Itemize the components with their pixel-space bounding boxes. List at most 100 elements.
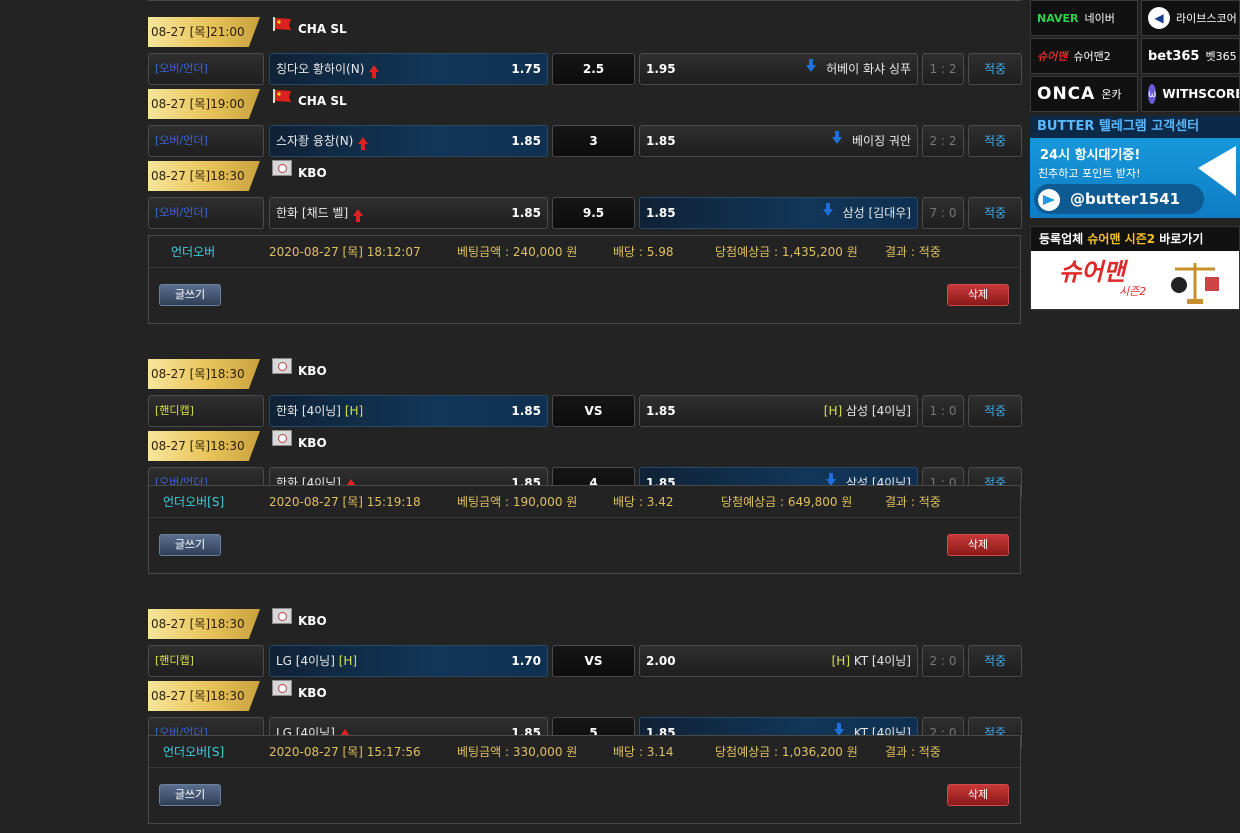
summary-datetime: 2020-08-27 [목] 18:12:07 [269, 245, 421, 259]
league-label: CHA SL [272, 14, 347, 44]
telegram-banner[interactable]: BUTTER 텔레그램 고객센터 24시 항시대기중! 친추하고 포인트 받자!… [1030, 116, 1240, 218]
bet-history-panel: 08-27 [목]21:00 CHA SL [오버/언더] 칭다오 황하이(N) 1.7… [148, 0, 1022, 833]
bet-summary: 언더오버[S] 2020-08-27 [목] 15:19:18 베팅금액 : 190… [148, 485, 1021, 574]
bet-result: 결과 : 적중 [885, 745, 941, 759]
bet-type: [오버/언더] [148, 53, 264, 85]
away-odd: 1.95 [646, 62, 676, 76]
delete-button[interactable]: 삭제 [947, 534, 1009, 556]
away-team: KT [4이닝] [853, 654, 911, 668]
result-badge: 적중 [968, 125, 1022, 157]
delete-button[interactable]: 삭제 [947, 784, 1009, 806]
write-button[interactable]: 글쓰기 [159, 284, 221, 306]
result-badge: 적중 [968, 197, 1022, 229]
home-team: 한화 [채드 벨] [276, 206, 349, 220]
home-odds-button[interactable]: LG [4이닝] [H] 1.70 [269, 645, 548, 677]
baseball-ball [277, 361, 287, 371]
home-odds-button[interactable]: 스자좡 융창(N) 1.85 [269, 125, 548, 157]
league-label: KBO [272, 428, 327, 458]
divider [148, 0, 1021, 1]
match-date: 08-27 [목]18:30 [148, 161, 260, 191]
delete-button[interactable]: 삭제 [947, 284, 1009, 306]
bet-type: [오버/언더] [148, 125, 264, 157]
baseball-ball [277, 683, 287, 693]
naver-link[interactable]: NAVER 네이버 [1030, 0, 1138, 36]
line-value[interactable]: 3 [552, 125, 635, 157]
home-team: 한화 [4이닝] [276, 404, 341, 418]
bet-summary: 언더오버 2020-08-27 [목] 18:12:07 베팅금액 : 240,00… [148, 235, 1021, 324]
result-badge: 적중 [968, 395, 1022, 427]
match-date: 08-27 [목]18:30 [148, 359, 260, 389]
result-badge: 적중 [968, 53, 1022, 85]
bet365-link[interactable]: bet365 벳365 [1141, 38, 1240, 74]
home-team: 스자좡 융창(N) [276, 134, 354, 148]
away-odds-button[interactable]: 1.85 삼성 [김대우] [639, 197, 918, 229]
home-team: 칭다오 황하이(N) [276, 62, 365, 76]
summary-type: 언더오버 [171, 245, 216, 259]
bet-type: [오버/언더] [148, 197, 264, 229]
livescore-icon: ◀ [1148, 7, 1170, 29]
arrow-up-icon [358, 137, 369, 150]
arrow-down-icon [822, 203, 833, 216]
home-team: LG [4이닝] [276, 654, 335, 668]
sureman-banner[interactable]: 등록업체 슈어맨 시즌2 바로가기 슈어맨 시즌2 [1030, 226, 1240, 310]
link-label: 네이버 [1084, 12, 1115, 25]
league-name: CHA SL [298, 94, 347, 108]
link-label: 벳365 [1205, 50, 1237, 63]
scale-icon [1171, 263, 1219, 304]
home-odds-button[interactable]: 한화 [4이닝] [H] 1.85 [269, 395, 548, 427]
withscore-link[interactable]: ω WITHSCORE [1141, 76, 1240, 112]
home-odd: 1.85 [511, 404, 541, 418]
away-team-wrap: 삼성 [김대우] [822, 198, 911, 228]
away-team-wrap: [H] KT [4이닝] [832, 646, 911, 676]
onca-link[interactable]: ONCA 온카 [1030, 76, 1138, 112]
line-value[interactable]: VS [552, 395, 635, 427]
match-score: 7 : 0 [922, 197, 964, 229]
livescore-link[interactable]: ◀ 라이브스코어 [1141, 0, 1240, 36]
banner-title-pre: 등록업체 [1039, 232, 1084, 246]
withscore-icon: ω [1148, 84, 1157, 104]
bet-result: 결과 : 적중 [885, 245, 941, 259]
baseball-icon [272, 430, 292, 446]
expected-win: 당첨예상금 : 1,036,200 원 [715, 745, 858, 759]
league-label: CHA SL [272, 86, 347, 116]
league-label: KBO [272, 678, 327, 708]
baseball-icon [272, 608, 292, 624]
line-value[interactable]: 9.5 [552, 197, 635, 229]
away-odd: 2.00 [646, 654, 676, 668]
away-odds-button[interactable]: 1.95 허베이 화샤 싱푸 [639, 53, 918, 85]
away-odd: 1.85 [646, 134, 676, 148]
home-odd: 1.85 [511, 206, 541, 220]
baseball-icon [272, 160, 292, 176]
league-name: KBO [298, 436, 327, 450]
away-odds-button[interactable]: 1.85 [H] 삼성 [4이닝] [639, 395, 918, 427]
line-value[interactable]: VS [552, 645, 635, 677]
home-odds-button[interactable]: 한화 [채드 벨] 1.85 [269, 197, 548, 229]
line-value[interactable]: 2.5 [552, 53, 635, 85]
match-score: 2 : 2 [922, 125, 964, 157]
home-odd: 1.70 [511, 654, 541, 668]
home-odds-button[interactable]: 칭다오 황하이(N) 1.75 [269, 53, 548, 85]
away-odds-button[interactable]: 2.00 [H] KT [4이닝] [639, 645, 918, 677]
bet-amount: 베팅금액 : 190,000 원 [457, 495, 578, 509]
summary-datetime: 2020-08-27 [목] 15:19:18 [269, 495, 421, 509]
league-label: KBO [272, 606, 327, 636]
league-label: KBO [272, 158, 327, 188]
baseball-ball [277, 611, 287, 621]
summary-type: 언더오버[S] [163, 495, 225, 509]
match-score: 2 : 0 [922, 645, 964, 677]
write-button[interactable]: 글쓰기 [159, 534, 221, 556]
arrow-up-icon [353, 209, 364, 222]
banner-title-post: 바로가기 [1159, 232, 1204, 246]
home-odd: 1.75 [511, 62, 541, 76]
expected-win: 당첨예상금 : 1,435,200 원 [715, 245, 858, 259]
baseball-ball [277, 433, 287, 443]
home-odd: 1.85 [511, 134, 541, 148]
write-button[interactable]: 글쓰기 [159, 784, 221, 806]
away-odds-button[interactable]: 1.85 베이징 궈안 [639, 125, 918, 157]
banner-title-em: 슈어맨 시즌2 [1087, 232, 1156, 246]
sureman-link[interactable]: 슈어맨 슈어맨2 [1030, 38, 1138, 74]
handicap-mark: [H] [344, 404, 364, 418]
onca-logo-icon: ONCA [1037, 84, 1096, 104]
expected-win: 당첨예상금 : 649,800 원 [721, 495, 853, 509]
away-team: 베이징 궈안 [851, 134, 911, 148]
